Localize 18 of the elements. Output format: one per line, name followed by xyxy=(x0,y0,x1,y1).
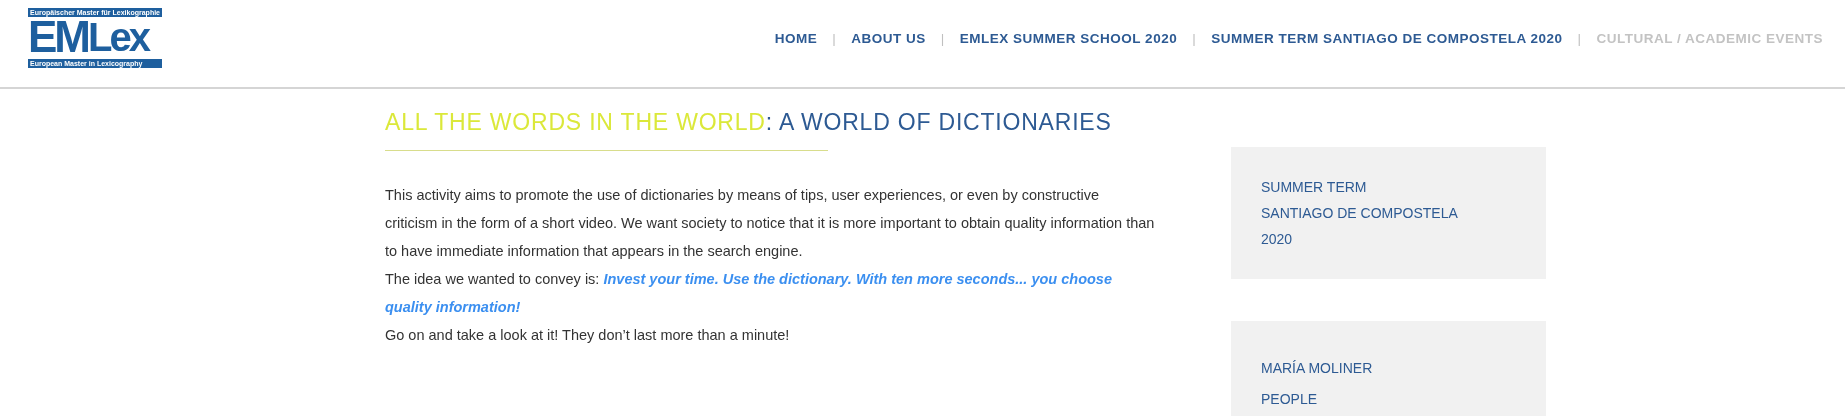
paragraph: Go on and take a look at it! They don’t last more than a minute! xyxy=(385,325,791,345)
nav-link[interactable]: SUMMER TERM SANTIAGO DE COMPOSTELA 2020 xyxy=(1211,29,1563,50)
paragraph: This activity aims to promote the use of dictionaries by means of tips, user experiences, or even by constructive criticism in the form of a short video. We want society to notice that it is more important to obtain quality information than to have immediate information that appears in the search engine. xyxy=(385,185,1155,261)
nav-separator: | xyxy=(832,30,837,48)
nav-separator: | xyxy=(1192,30,1197,48)
sidebar-link[interactable]: 2020 xyxy=(1261,226,1516,252)
paragraph: The idea we wanted to convey is: Invest your time. Use the dictionary. With ten more seconds... you choose quality information! xyxy=(385,269,1113,317)
sidebar-link[interactable]: PEOPLE xyxy=(1261,386,1516,412)
sidebar-link[interactable]: SUMMER TERM xyxy=(1261,174,1516,200)
nav-separator: | xyxy=(1577,30,1582,48)
nav-link[interactable]: HOME xyxy=(774,29,818,50)
article-title: ALL THE WORDS IN THE WORLD: A WORLD OF DICTIONARIES xyxy=(385,108,1113,137)
nav-link[interactable]: ABOUT US xyxy=(851,29,926,50)
nav-separator: | xyxy=(940,30,945,48)
nav-link[interactable]: EMLEX SUMMER SCHOOL 2020 xyxy=(959,29,1178,50)
sidebar-link[interactable]: SANTIAGO DE COMPOSTELA xyxy=(1261,200,1516,226)
sidebar-link[interactable]: MARÍA MOLINER xyxy=(1261,355,1516,381)
logo-wordmark[interactable]: EMLex xyxy=(28,17,162,57)
